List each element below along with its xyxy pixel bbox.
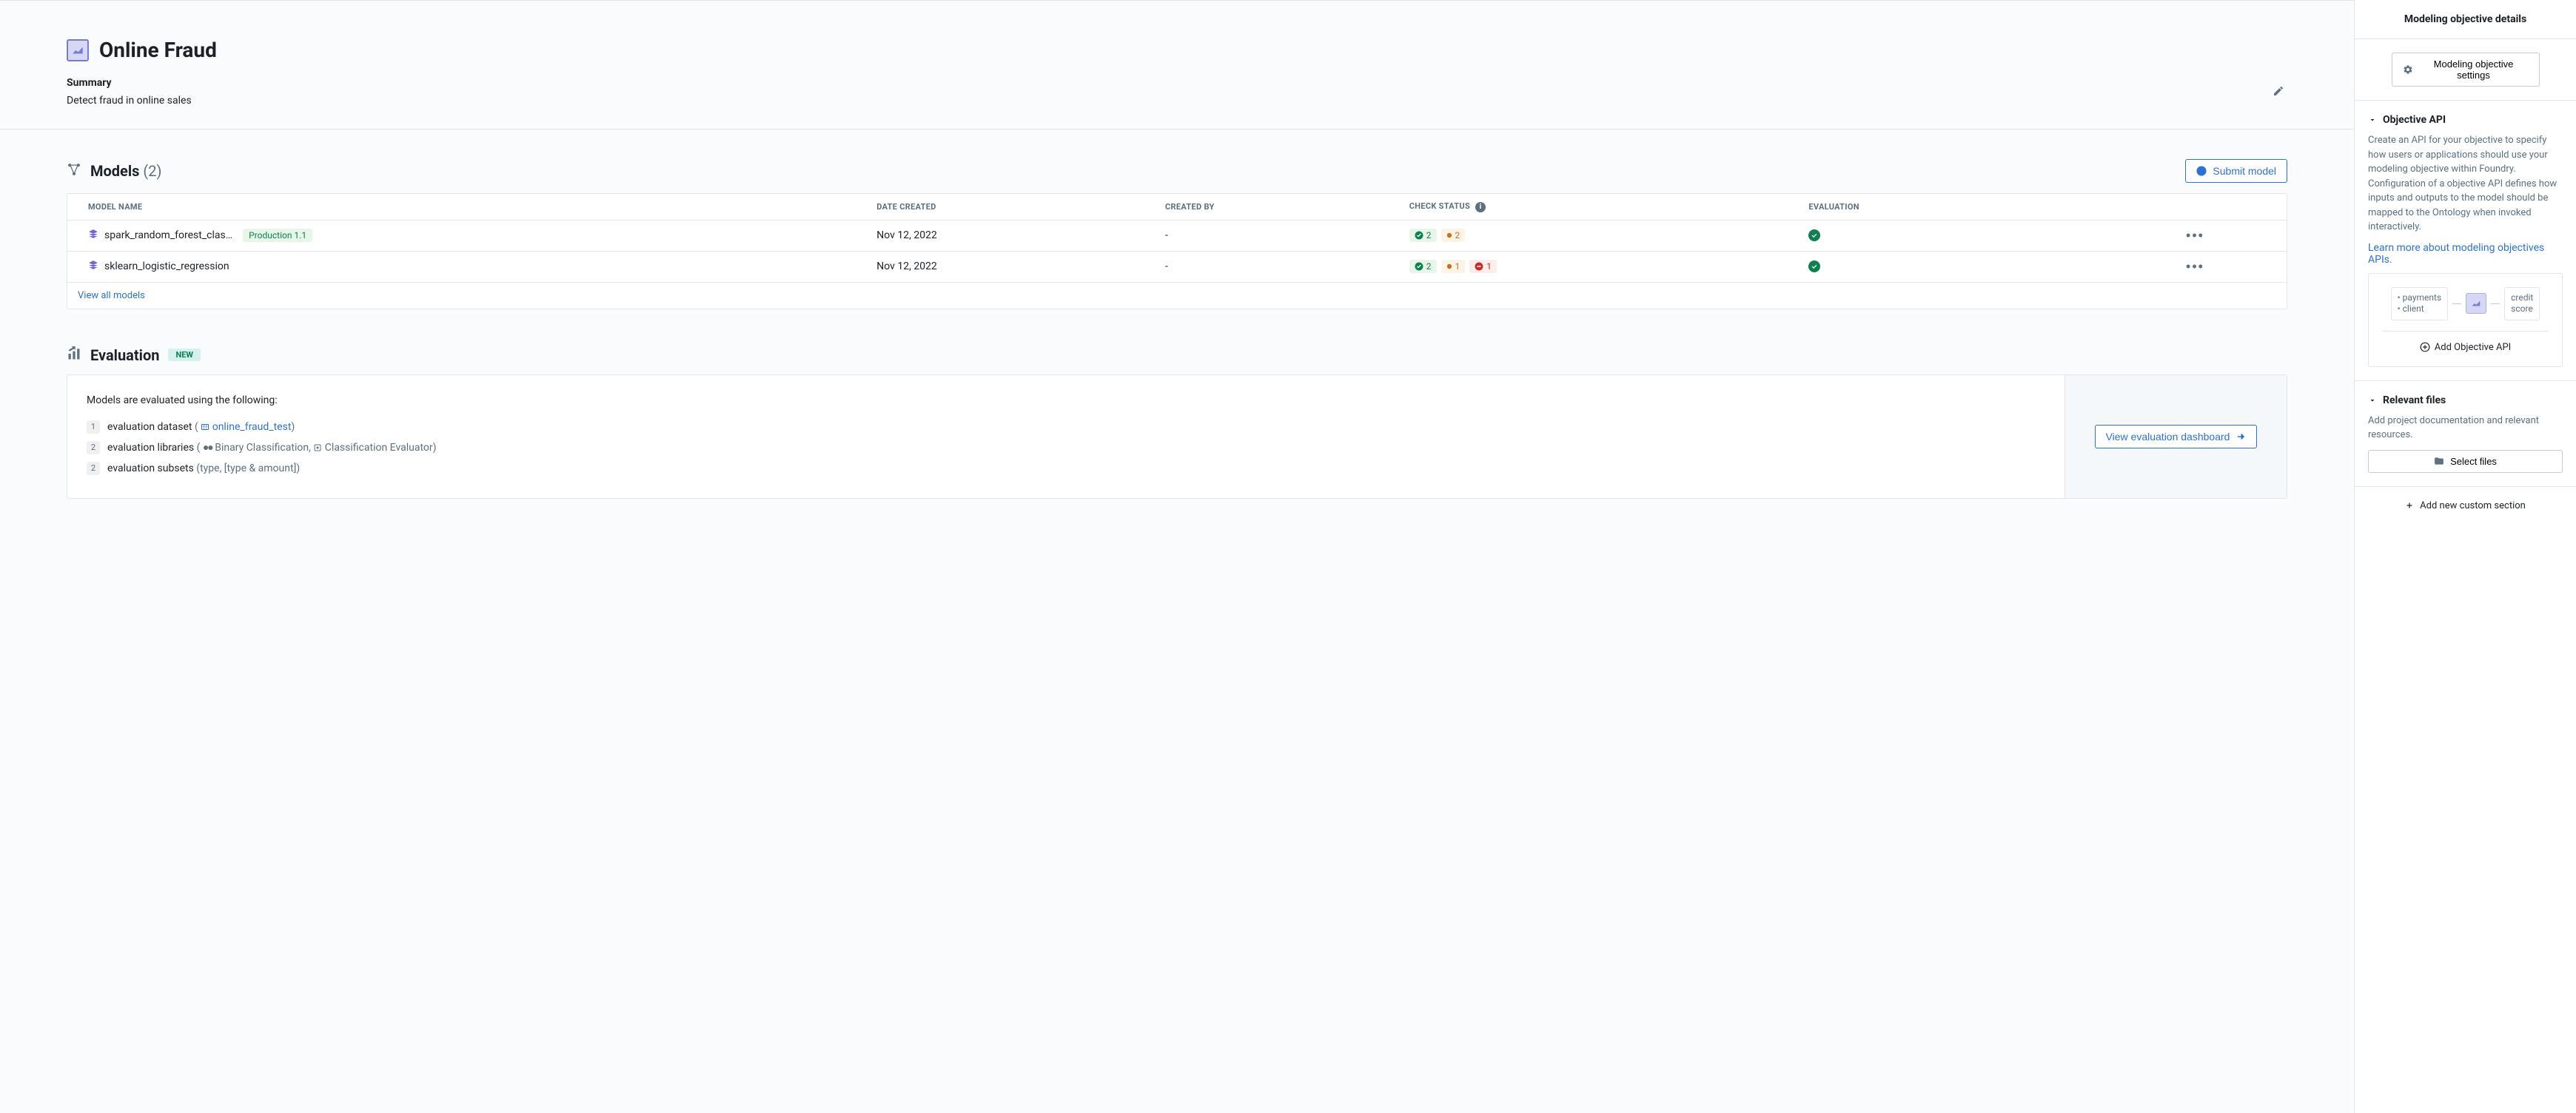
col-evaluation: EVALUATION — [1798, 202, 2176, 212]
eval-check-icon — [1808, 260, 1820, 272]
add-custom-section-button[interactable]: Add new custom section — [2355, 487, 2576, 525]
check-chip-green: 2 — [1409, 229, 1437, 242]
col-date: DATE CREATED — [866, 202, 1155, 212]
files-description: Add project documentation and relevant r… — [2368, 414, 2563, 443]
view-dashboard-button[interactable]: View evaluation dashboard — [2095, 425, 2258, 448]
learn-more-link[interactable]: Learn more about modeling objectives API… — [2368, 242, 2563, 266]
summary-text: Detect fraud in online sales — [67, 95, 192, 107]
evaluation-intro: Models are evaluated using the following… — [87, 394, 2045, 406]
models-title: Models — [90, 162, 139, 180]
table-row[interactable]: spark_random_forest_clas… Production 1.1… — [67, 221, 2287, 252]
row-menu-button[interactable]: ••• — [2186, 228, 2204, 243]
model-icon — [88, 260, 98, 273]
model-icon — [88, 229, 98, 242]
models-table: MODEL NAME DATE CREATED CREATED BY CHECK… — [67, 193, 2287, 309]
eval-item: 1 evaluation dataset ( online_fraud_test… — [87, 417, 2045, 437]
model-created-by: - — [1155, 229, 1399, 241]
evaluation-title: Evaluation — [90, 346, 159, 364]
models-count: (2) — [143, 162, 161, 180]
chevron-down-icon — [2368, 115, 2377, 124]
panel-title: Modeling objective details — [2355, 0, 2576, 39]
submit-model-label: Submit model — [2213, 165, 2276, 177]
info-icon[interactable]: i — [1475, 202, 1486, 212]
col-check-status: CHECK STATUS — [1409, 201, 1470, 211]
summary-label: Summary — [67, 77, 192, 89]
evaluation-icon — [67, 346, 81, 364]
table-row[interactable]: sklearn_logistic_regression Nov 12, 2022… — [67, 252, 2287, 283]
edit-summary-button[interactable] — [2270, 82, 2287, 102]
api-description: Create an API for your objective to spec… — [2368, 133, 2563, 235]
submit-model-button[interactable]: Submit model — [2185, 159, 2287, 183]
model-tag: Production 1.1 — [243, 229, 312, 242]
objective-settings-button[interactable]: Modeling objective settings — [2392, 53, 2540, 87]
view-all-models-link[interactable]: View all models — [67, 283, 2287, 309]
model-created-by: - — [1155, 260, 1399, 272]
check-chip-red: 1 — [1469, 260, 1497, 273]
chevron-down-icon — [2368, 396, 2377, 405]
relevant-files-header[interactable]: Relevant files — [2368, 394, 2563, 406]
folder-icon — [2434, 456, 2444, 466]
models-icon — [67, 162, 81, 180]
check-chip-orange: 2 — [1441, 229, 1466, 242]
dataset-link[interactable]: online_fraud_test — [212, 421, 292, 433]
row-menu-button[interactable]: ••• — [2186, 259, 2204, 275]
plus-icon — [2405, 501, 2414, 510]
api-model-icon — [2466, 293, 2486, 314]
objective-api-header[interactable]: Objective API — [2368, 114, 2563, 126]
objective-icon — [67, 39, 89, 61]
select-files-button[interactable]: Select files — [2368, 450, 2563, 473]
model-date: Nov 12, 2022 — [866, 260, 1155, 272]
eval-item: 2 evaluation subsets (type, [type & amou… — [87, 458, 2045, 479]
new-badge: NEW — [168, 349, 201, 361]
col-created-by: CREATED BY — [1155, 202, 1399, 212]
model-date: Nov 12, 2022 — [866, 229, 1155, 241]
page-title: Online Fraud — [99, 38, 217, 62]
model-name: spark_random_forest_clas… — [104, 229, 232, 241]
add-objective-api-button[interactable]: Add Objective API — [2382, 342, 2549, 353]
api-diagram: • payments • client credit score Add Obj… — [2368, 273, 2563, 367]
col-model-name: MODEL NAME — [67, 202, 866, 212]
check-chip-orange: 1 — [1441, 260, 1466, 273]
model-name: sklearn_logistic_regression — [104, 260, 229, 272]
eval-check-icon — [1808, 229, 1820, 241]
check-chip-green: 2 — [1409, 260, 1437, 273]
eval-item: 2 evaluation libraries ( ●● Binary Class… — [87, 437, 2045, 458]
